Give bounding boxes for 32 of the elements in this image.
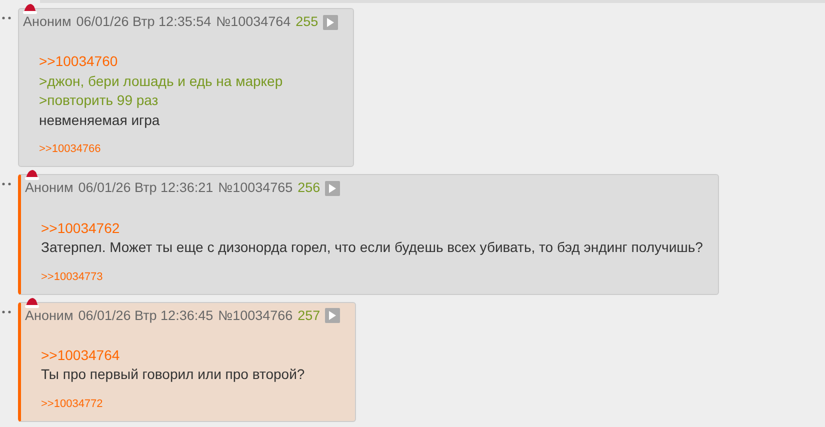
- backlink[interactable]: >>10034772: [41, 398, 103, 410]
- santa-hat-icon: [25, 169, 39, 180]
- poster-name: Аноним: [25, 306, 74, 324]
- post-ordinal: 256: [298, 179, 320, 198]
- post-ordinal: 255: [296, 13, 318, 31]
- post-number[interactable]: №10034766: [218, 306, 293, 326]
- quote-text: >повторить 99 раз: [39, 91, 160, 110]
- message-text: Затерпел. Может ты еще с дизонорда горел, что если будешь всех убивать, то бэд эндинг получишь?: [41, 238, 703, 257]
- post-date: 06/01/26 Втр 12:35:54: [76, 13, 212, 31]
- post-number[interactable]: №10034764: [216, 12, 291, 32]
- reply-link[interactable]: >>10034762: [41, 218, 703, 238]
- message-text: Ты про первый говорил или про второй?: [41, 365, 306, 384]
- post-number[interactable]: №10034765: [218, 178, 293, 198]
- play-icon: [329, 184, 336, 193]
- reply-link[interactable]: >>10034764: [41, 346, 340, 366]
- post-date: 06/01/26 Втр 12:36:45: [78, 306, 214, 325]
- santa-hat-icon: [23, 3, 37, 14]
- poster-name: Аноним: [23, 13, 72, 31]
- play-icon: [329, 311, 336, 320]
- hide-handle-icon[interactable]: [2, 182, 11, 186]
- backlink[interactable]: >>10034766: [39, 143, 101, 156]
- message-text: невменяемая игра: [39, 110, 161, 130]
- post-ordinal: 257: [298, 306, 320, 324]
- play-icon: [327, 18, 334, 27]
- poster-name: Аноним: [25, 179, 74, 198]
- reply-link[interactable]: >>10034760: [39, 52, 338, 72]
- santa-hat-icon: [25, 296, 39, 308]
- post-date: 06/01/26 Втр 12:36:21: [78, 179, 214, 198]
- quote-text: >джон, бери лошадь и едь на маркер: [39, 72, 284, 91]
- backlink[interactable]: >>10034773: [41, 270, 103, 282]
- hide-handle-icon[interactable]: [2, 16, 11, 20]
- hide-handle-icon[interactable]: [2, 310, 11, 314]
